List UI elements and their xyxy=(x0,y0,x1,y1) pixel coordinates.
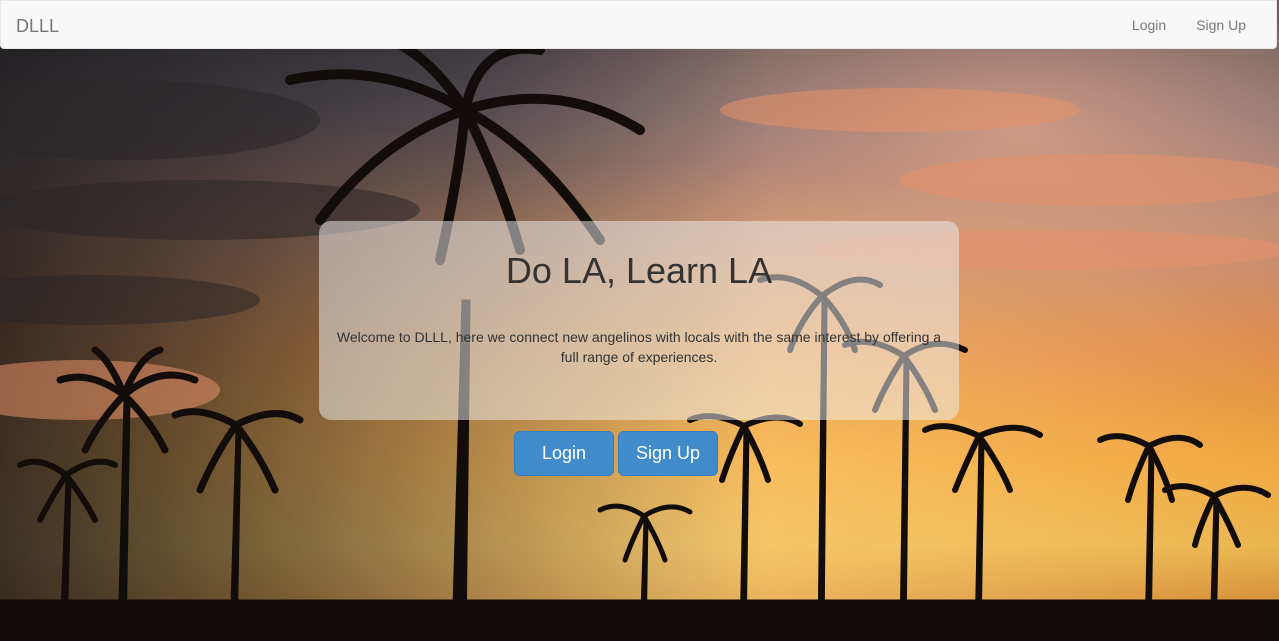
top-navbar: DLLL Login Sign Up xyxy=(0,0,1277,49)
nav-signup-link[interactable]: Sign Up xyxy=(1181,1,1261,50)
login-button[interactable]: Login xyxy=(514,431,614,476)
hero-button-row: Login Sign Up xyxy=(514,431,718,476)
landing-page: DLLL Login Sign Up Do LA, Learn LA Welco… xyxy=(0,0,1279,641)
navbar-links: Login Sign Up xyxy=(1117,1,1261,50)
nav-login-link[interactable]: Login xyxy=(1117,1,1181,50)
hero-description: Welcome to DLLL, here we connect new ang… xyxy=(336,329,942,365)
hero-panel: Do LA, Learn LA Welcome to DLLL, here we… xyxy=(319,221,959,420)
brand-logo-link[interactable]: DLLL xyxy=(16,16,59,36)
hero-title: Do LA, Learn LA xyxy=(505,250,773,291)
signup-button[interactable]: Sign Up xyxy=(618,431,718,476)
